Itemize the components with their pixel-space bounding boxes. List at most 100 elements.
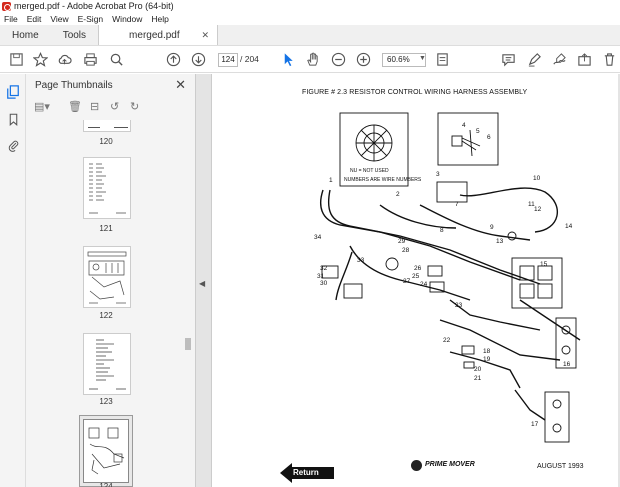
thumbnail-page-123[interactable]: [83, 333, 131, 395]
tab-document[interactable]: merged.pdf ✕: [98, 25, 219, 45]
thumbnail-page-124-selected[interactable]: [79, 415, 133, 487]
select-cursor-icon[interactable]: [280, 51, 297, 68]
thumbnail-124-content: [88, 427, 125, 475]
close-tab-icon[interactable]: ✕: [202, 30, 210, 41]
page-fit-icon[interactable]: [434, 51, 451, 68]
menu-esign[interactable]: E-Sign: [78, 14, 104, 24]
save-icon[interactable]: [8, 51, 25, 68]
hand-tool-icon[interactable]: [304, 51, 321, 68]
callout: 8: [440, 227, 444, 234]
inset-note-1: NU = NOT USED: [350, 168, 389, 174]
menu-help[interactable]: Help: [151, 14, 168, 24]
callout: 24: [420, 281, 428, 288]
thumbnail-page-122[interactable]: [83, 246, 131, 308]
menu-window[interactable]: Window: [112, 14, 142, 24]
thumbnail-label: 121: [99, 224, 113, 233]
inset-note-2: NUMBERS ARE WIRE NUMBERS: [344, 177, 422, 183]
collapse-panel-icon[interactable]: ◀: [199, 279, 205, 288]
thumbnail-label: 122: [99, 311, 113, 320]
next-page-icon[interactable]: [190, 51, 207, 68]
document-date: AUGUST 1993: [537, 463, 584, 470]
thumbnail-tools: ▤▾ 🗑 ⊟ ↺ ↻: [34, 100, 174, 118]
callout: 10: [533, 175, 541, 182]
callout: 13: [496, 238, 504, 245]
callout: 28: [402, 247, 410, 254]
close-panel-icon[interactable]: ✕: [175, 77, 186, 93]
menu-file[interactable]: File: [4, 14, 18, 24]
callout: 17: [531, 421, 539, 428]
tab-home[interactable]: Home: [0, 25, 51, 45]
page-number-input[interactable]: 124: [218, 53, 238, 67]
tab-tools[interactable]: Tools: [51, 25, 98, 45]
callout: 3: [436, 171, 440, 178]
search-icon[interactable]: [108, 51, 125, 68]
callout: 34: [314, 234, 322, 241]
comment-icon[interactable]: [500, 51, 517, 68]
zoom-out-icon[interactable]: [330, 51, 347, 68]
callout: 31: [317, 273, 325, 280]
main-toolbar: 124 / 204 60.6% ▼: [0, 46, 620, 73]
callout: 18: [483, 348, 491, 355]
chevron-down-icon[interactable]: ▼: [419, 55, 426, 62]
menu-edit[interactable]: Edit: [27, 14, 42, 24]
callout: 1: [329, 177, 333, 184]
callout: 16: [563, 361, 571, 368]
thumbnail-page-121[interactable]: [83, 157, 131, 219]
thumbnail-label: 124: [99, 482, 113, 487]
bookmark-star-icon[interactable]: [32, 51, 49, 68]
thumbnail-124-page: [83, 419, 129, 483]
title-bar: merged.pdf - Adobe Acrobat Pro (64-bit): [0, 0, 620, 12]
attachments-icon[interactable]: [5, 137, 21, 153]
callout: 22: [443, 337, 451, 344]
delete-page-icon[interactable]: 🗑: [68, 100, 82, 113]
brand-name: PRIME MOVER: [425, 461, 475, 468]
page-thumbnails-icon[interactable]: [5, 84, 21, 100]
menu-view[interactable]: View: [50, 14, 68, 24]
callout: 33: [357, 257, 365, 264]
callout: 32: [320, 265, 328, 272]
harness-lines: [320, 187, 581, 421]
print-icon[interactable]: [82, 51, 99, 68]
rotate-cw-icon[interactable]: ↻: [130, 100, 139, 113]
zoom-in-icon[interactable]: [355, 51, 372, 68]
callout: 20: [474, 366, 482, 373]
acrobat-logo-icon: [2, 1, 11, 11]
panel-title: Page Thumbnails: [35, 80, 113, 91]
thumbnail-options-icon[interactable]: ▤▾: [34, 100, 50, 113]
delete-icon[interactable]: [601, 51, 618, 68]
bookmarks-icon[interactable]: [5, 111, 21, 127]
callout: 7: [455, 201, 459, 208]
thumbnail-121-content: [89, 163, 126, 214]
callout: 2: [396, 191, 400, 198]
menu-bar: File Edit View E-Sign Window Help: [0, 12, 620, 25]
window-title: merged.pdf - Adobe Acrobat Pro (64-bit): [14, 1, 174, 11]
callout: 6: [487, 134, 491, 141]
callout: 25: [412, 273, 420, 280]
prime-mover-logo-icon: [411, 460, 422, 471]
callout: 29: [398, 238, 406, 245]
return-link-label[interactable]: Return: [293, 468, 319, 477]
callout: 21: [474, 375, 482, 382]
thumbnail-123-content: [89, 339, 126, 390]
share-icon[interactable]: [576, 51, 593, 68]
highlight-pen-icon[interactable]: [526, 51, 543, 68]
connector-inset: [339, 112, 409, 187]
callout: 9: [490, 224, 494, 231]
callout: 4: [462, 122, 466, 129]
callout: 19: [483, 356, 491, 363]
left-rail: [0, 74, 26, 487]
callout: 27: [403, 278, 411, 285]
callout: 30: [320, 280, 328, 287]
rotate-ccw-icon[interactable]: ↺: [110, 100, 119, 113]
callout: 15: [540, 261, 548, 268]
thumbnails-scrollbar[interactable]: [185, 338, 191, 350]
previous-page-icon[interactable]: [165, 51, 182, 68]
callout: 14: [565, 223, 573, 230]
wiring-harness-diagram: NU = NOT USED NUMBERS ARE WIRE NUMBERS 1…: [314, 112, 581, 443]
cloud-upload-icon[interactable]: [56, 51, 73, 68]
thumbnail-label: 123: [99, 397, 113, 406]
sign-icon[interactable]: [551, 51, 568, 68]
insert-page-icon[interactable]: ⊟: [90, 100, 99, 113]
thumbnail-page-120[interactable]: [83, 120, 131, 132]
tab-bar: Home Tools merged.pdf ✕: [0, 25, 620, 46]
